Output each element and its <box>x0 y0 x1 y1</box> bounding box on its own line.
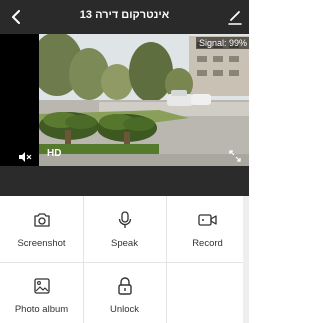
microphone-icon <box>118 211 131 228</box>
fullscreen-button[interactable] <box>229 149 241 162</box>
video-record-icon <box>197 214 217 226</box>
hd-quality-toggle[interactable]: HD <box>47 148 61 159</box>
page-title: אינטרקום דירה 13 <box>79 9 170 21</box>
spacer-bar <box>0 166 249 196</box>
header-bar: אינטרקום דירה 13 <box>0 0 249 34</box>
speaker-mute-icon <box>19 152 32 162</box>
video-feed[interactable]: Signal: 99% HD <box>0 34 249 166</box>
fullscreen-icon <box>229 150 241 162</box>
unlock-button[interactable]: Unlock <box>83 262 166 323</box>
screenshot-label: Screenshot <box>17 238 66 249</box>
pencil-icon <box>228 11 242 25</box>
speaker-mute-button[interactable] <box>18 150 32 162</box>
camera-icon <box>33 213 50 227</box>
record-button[interactable]: Record <box>166 196 249 262</box>
camera-view-image <box>39 34 249 166</box>
image-icon <box>33 278 50 294</box>
photo-album-label: Photo album <box>14 304 69 315</box>
unlock-icon <box>117 277 132 295</box>
chevron-left-icon <box>12 10 20 24</box>
unlock-label: Unlock <box>109 304 140 315</box>
record-label: Record <box>192 238 223 249</box>
controls-grid: Screenshot Speak Record Photo album Unlo… <box>0 196 249 323</box>
speak-button[interactable]: Speak <box>83 196 166 262</box>
intercom-screen: אינטרקום דירה 13 Signal: 99% HD Screensh… <box>0 0 249 323</box>
back-button[interactable] <box>8 6 24 28</box>
speak-label: Speak <box>111 238 138 249</box>
signal-strength-label: Signal: 99% <box>195 37 249 49</box>
edit-button[interactable] <box>227 7 243 27</box>
screenshot-button[interactable]: Screenshot <box>0 196 83 262</box>
scroll-edge <box>243 196 249 323</box>
photo-album-button[interactable]: Photo album <box>0 262 83 323</box>
